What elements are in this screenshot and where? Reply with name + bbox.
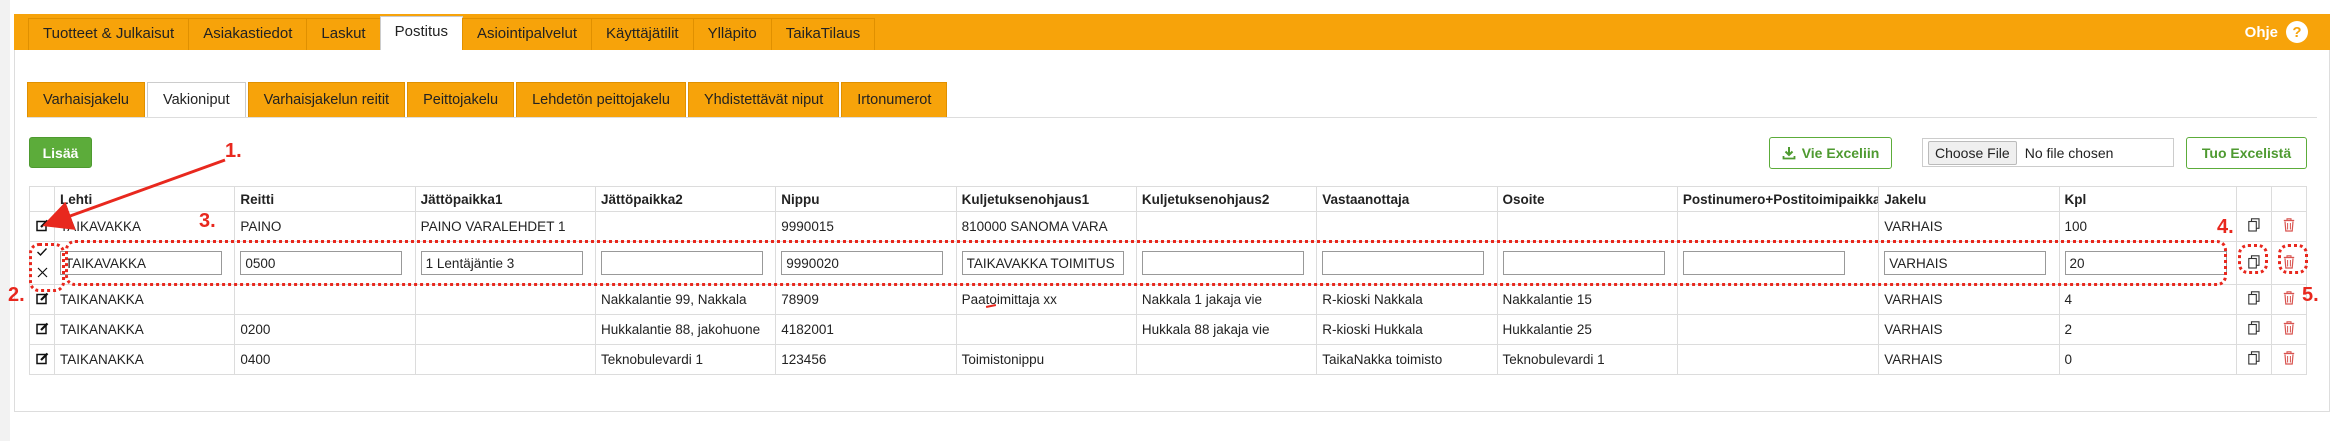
annotation-label-3: 3. (199, 210, 216, 232)
annotation-label-4: 4. (2217, 216, 2234, 238)
annotation-label-2: 2. (8, 284, 25, 306)
annotation-box-copy (2238, 244, 2268, 274)
annotation-label-1: 1. (225, 140, 242, 162)
annotation-box-delete (2278, 244, 2308, 274)
annotation-box-actions (29, 243, 65, 292)
annotation-label-5: 5. (2302, 284, 2319, 306)
annotation-layer (42, 158, 226, 230)
annotation-box-edit-row (65, 240, 2227, 286)
